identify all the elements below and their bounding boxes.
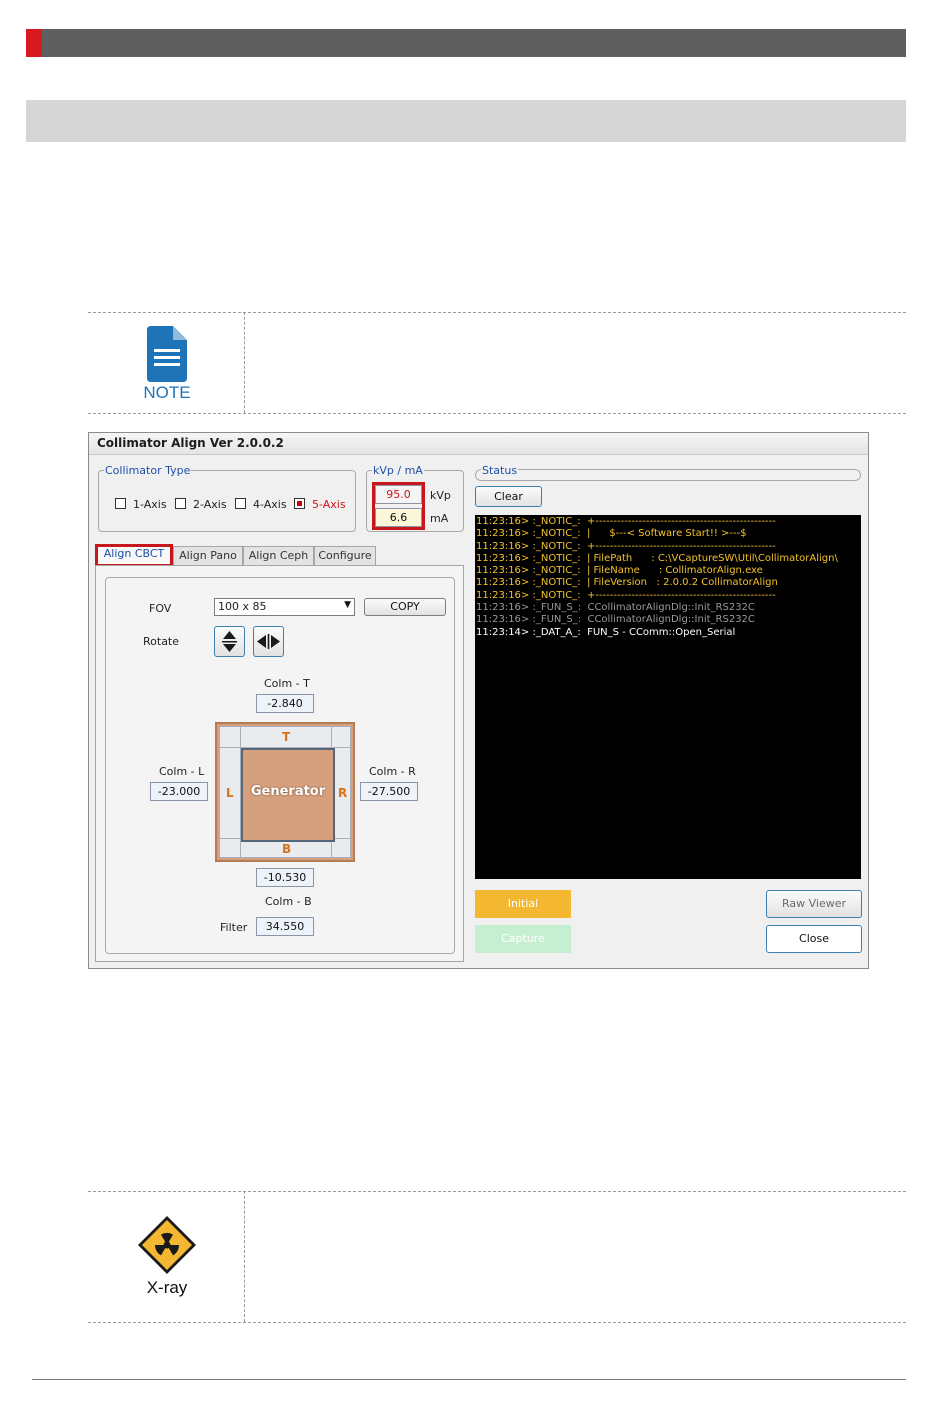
side-r-label: R xyxy=(338,786,348,800)
initial-button[interactable]: Initial xyxy=(475,890,571,918)
side-l-label: L xyxy=(226,786,234,800)
rotate-horizontal-button[interactable] xyxy=(253,626,284,657)
header-bar xyxy=(26,29,906,57)
rotate-label: Rotate xyxy=(143,635,180,648)
colm-r-label: Colm - R xyxy=(369,765,416,778)
colm-l-field[interactable]: -23.000 xyxy=(150,782,208,801)
raw-viewer-button[interactable]: Raw Viewer xyxy=(766,890,862,918)
generator-diagram: T B L R Generator xyxy=(215,722,355,862)
log-line: 11:23:16> :_NOTIC_: | FileName : Collima… xyxy=(476,565,763,577)
xray-top-rule xyxy=(88,1191,906,1192)
checkbox-2-axis[interactable] xyxy=(175,498,186,509)
checkbox-4-axis-label: 4-Axis xyxy=(253,498,287,511)
xray-divider xyxy=(244,1191,245,1322)
log-line: 11:23:16> :_FUN_S_: CCollimatorAlignDlg:… xyxy=(476,614,755,626)
tab-align-cbct[interactable]: Align CBCT xyxy=(95,544,173,567)
chevron-down-icon: ▼ xyxy=(344,600,351,610)
collimator-align-window: Collimator Align Ver 2.0.0.2 Collimator … xyxy=(88,432,869,969)
collimator-type-legend: Collimator Type xyxy=(104,464,192,477)
log-line: 11:23:16> :_NOTIC_: | FilePath : C:\VCap… xyxy=(476,552,838,564)
capture-button[interactable]: Capture xyxy=(475,925,571,953)
side-b-label: B xyxy=(282,842,292,856)
kvp-unit: kVp xyxy=(430,489,451,502)
fov-label: FOV xyxy=(149,602,172,615)
footer-rule xyxy=(32,1379,906,1380)
note-divider xyxy=(244,312,245,413)
checkbox-5-axis[interactable] xyxy=(294,498,305,509)
vertical-flip-icon xyxy=(222,631,237,652)
fov-select[interactable]: 100 x 85 ▼ xyxy=(214,598,355,616)
checkbox-1-axis[interactable] xyxy=(115,498,126,509)
status-group xyxy=(475,469,861,481)
generator-box: Generator xyxy=(241,748,335,842)
colm-b-field[interactable]: -10.530 xyxy=(256,868,314,887)
colm-t-field[interactable]: -2.840 xyxy=(256,694,314,713)
status-legend: Status xyxy=(481,464,519,477)
kvp-field[interactable]: 95.0 xyxy=(375,485,422,504)
log-line: 11:23:14> :_DAT_A_: FUN_S - CComm::Open_… xyxy=(476,626,736,638)
rotate-vertical-button[interactable] xyxy=(214,626,245,657)
clear-button[interactable]: Clear xyxy=(475,486,542,507)
section-bar xyxy=(26,100,906,142)
collimator-frame: T B L R Generator xyxy=(219,726,352,859)
log-line: 11:23:16> :_NOTIC_: | $---< Software Sta… xyxy=(476,528,747,540)
document-icon xyxy=(147,326,187,382)
tab-configure[interactable]: Configure xyxy=(314,546,376,565)
note-label: NOTE xyxy=(143,383,191,402)
note-bottom-rule xyxy=(88,413,906,414)
log-line: 11:23:16> :_NOTIC_: | FileVersion : 2.0.… xyxy=(476,577,778,589)
close-button[interactable]: Close xyxy=(766,925,862,953)
log-line: 11:23:16> :_FUN_S_: CCollimatorAlignDlg:… xyxy=(476,602,755,614)
side-t-label: T xyxy=(282,730,291,744)
horizontal-flip-icon xyxy=(257,634,280,649)
radiation-warning-icon xyxy=(138,1216,196,1274)
copy-button[interactable]: COPY xyxy=(364,598,446,616)
log-line: 11:23:16> :_NOTIC_: +-------------------… xyxy=(476,516,776,527)
tab-align-ceph[interactable]: Align Ceph xyxy=(243,546,314,565)
filter-label: Filter xyxy=(220,921,248,934)
colm-t-label: Colm - T xyxy=(264,677,310,690)
xray-label: X-ray xyxy=(146,1278,188,1297)
colm-r-field[interactable]: -27.500 xyxy=(360,782,418,801)
kvp-ma-legend: kVp / mA xyxy=(372,464,424,477)
fov-select-value: 100 x 85 xyxy=(218,600,267,613)
xray-bottom-rule xyxy=(88,1322,906,1323)
window-title: Collimator Align Ver 2.0.0.2 xyxy=(89,433,868,455)
log-line: 11:23:16> :_NOTIC_: +-------------------… xyxy=(476,540,776,552)
header-accent xyxy=(26,29,42,57)
status-log: 11:23:16> :_NOTIC_: +-------------------… xyxy=(475,515,861,879)
checkbox-2-axis-label: 2-Axis xyxy=(193,498,227,511)
log-line: 11:23:16> :_NOTIC_: +-------------------… xyxy=(476,589,776,601)
filter-field[interactable]: 34.550 xyxy=(256,917,314,936)
checkbox-4-axis[interactable] xyxy=(235,498,246,509)
colm-b-label: Colm - B xyxy=(265,895,312,908)
checkbox-5-axis-label: 5-Axis xyxy=(312,498,346,511)
checkbox-1-axis-label: 1-Axis xyxy=(133,498,167,511)
ma-unit: mA xyxy=(430,512,449,525)
colm-l-label: Colm - L xyxy=(159,765,205,778)
tab-align-pano[interactable]: Align Pano xyxy=(173,546,243,565)
ma-field[interactable]: 6.6 xyxy=(375,508,422,527)
note-top-rule xyxy=(88,312,906,313)
